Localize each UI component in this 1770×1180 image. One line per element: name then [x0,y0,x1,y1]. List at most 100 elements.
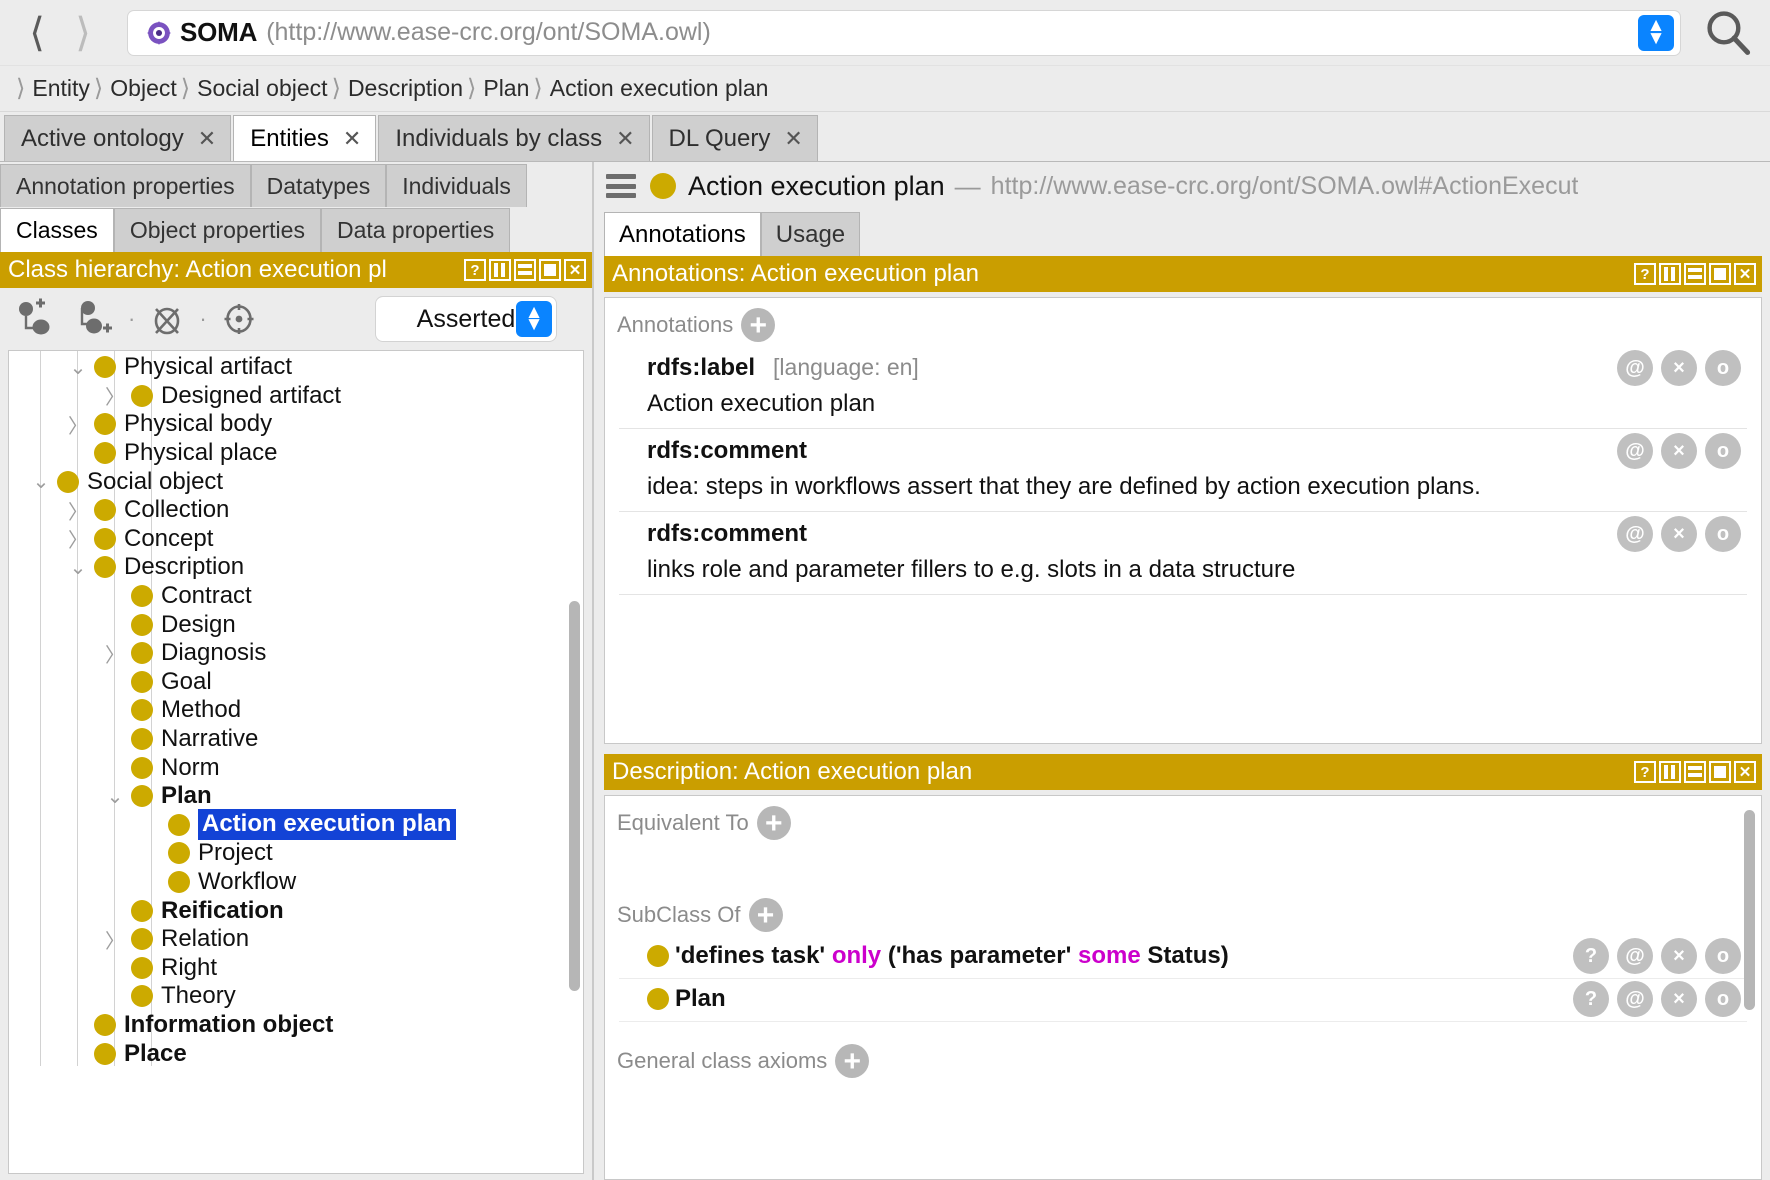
split-horizontal-icon[interactable] [1684,761,1706,783]
maximize-icon[interactable] [1709,263,1731,285]
delete-class-icon[interactable] [145,297,189,341]
split-vertical-icon[interactable] [489,259,511,281]
tab-entities[interactable]: Entities ✕ [233,115,376,161]
close-icon[interactable]: ✕ [1734,263,1756,285]
back-icon[interactable]: ⟨ [14,10,60,56]
chevron-down-icon[interactable]: ⌄ [105,784,125,809]
edit-icon[interactable]: o [1705,516,1741,552]
explain-icon[interactable]: ? [1573,981,1609,1017]
delete-icon[interactable]: × [1661,433,1697,469]
edit-icon[interactable]: o [1705,981,1741,1017]
chevron-right-icon[interactable]: 〉 [105,925,125,954]
close-icon[interactable]: ✕ [784,126,802,152]
tab-data-properties[interactable]: Data properties [321,208,510,252]
close-icon[interactable]: ✕ [198,126,216,152]
annotation-row[interactable]: rdfs:label[language: en]Action execution… [619,346,1747,429]
edit-icon[interactable]: o [1705,350,1741,386]
chevron-right-icon[interactable]: 〉 [68,410,88,439]
target-class-icon[interactable] [217,297,261,341]
annotate-icon[interactable]: @ [1617,433,1653,469]
tree-item-goal[interactable]: Goal [9,668,583,697]
forward-icon[interactable]: ⟩ [60,10,106,56]
breadcrumb-item-description[interactable]: Description [348,75,463,102]
delete-icon[interactable]: × [1661,938,1697,974]
menu-icon[interactable] [606,174,636,198]
tree-item-relation[interactable]: 〉Relation [9,925,583,954]
plus-icon[interactable]: + [749,898,783,932]
breadcrumb-item-action-execution-plan[interactable]: Action execution plan [550,75,769,102]
class-hierarchy-tree[interactable]: ⌄Physical artifact〉Designed artifact〉Phy… [8,350,584,1174]
chevron-right-icon[interactable]: 〉 [68,496,88,525]
tree-item-norm[interactable]: Norm [9,753,583,782]
tab-object-properties[interactable]: Object properties [114,208,321,252]
tree-item-workflow[interactable]: Workflow [9,868,583,897]
annotate-icon[interactable]: @ [1617,350,1653,386]
chevron-right-icon[interactable]: 〉 [68,524,88,553]
tab-usage[interactable]: Usage [761,212,860,256]
annotation-row[interactable]: rdfs:commentlinks role and parameter fil… [619,512,1747,595]
tab-individuals[interactable]: Individuals [386,164,527,207]
breadcrumb-item-plan[interactable]: Plan [483,75,529,102]
search-icon[interactable] [1702,6,1756,60]
chevron-right-icon[interactable]: 〉 [105,639,125,668]
plus-icon[interactable]: + [757,806,791,840]
delete-icon[interactable]: × [1661,516,1697,552]
tree-item-concept[interactable]: 〉Concept [9,525,583,554]
tree-item-description[interactable]: ⌄Description [9,553,583,582]
plus-icon[interactable]: + [835,1044,869,1078]
delete-icon[interactable]: × [1661,350,1697,386]
tree-item-designed-artifact[interactable]: 〉Designed artifact [9,382,583,411]
close-icon[interactable]: ✕ [564,259,586,281]
tree-item-design[interactable]: Design [9,610,583,639]
tab-annotation-properties[interactable]: Annotation properties [0,164,251,207]
explain-icon[interactable]: ? [1573,938,1609,974]
tree-item-reification[interactable]: Reification [9,896,583,925]
subclass-axiom-row[interactable]: 'defines task' only ('has parameter' som… [619,936,1747,979]
tree-item-physical-artifact[interactable]: ⌄Physical artifact [9,353,583,382]
split-horizontal-icon[interactable] [1684,263,1706,285]
tree-item-contract[interactable]: Contract [9,582,583,611]
close-icon[interactable]: ✕ [1734,761,1756,783]
tree-item-social-object[interactable]: ⌄Social object [9,467,583,496]
annotate-icon[interactable]: @ [1617,516,1653,552]
tree-item-project[interactable]: Project [9,839,583,868]
split-horizontal-icon[interactable] [514,259,536,281]
tab-individuals-by-class[interactable]: Individuals by class ✕ [378,115,649,161]
annotate-icon[interactable]: @ [1617,981,1653,1017]
annotate-icon[interactable]: @ [1617,938,1653,974]
chevron-right-icon[interactable]: 〉 [105,381,125,410]
breadcrumb-item-object[interactable]: Object [110,75,176,102]
breadcrumb-item-entity[interactable]: Entity [32,75,90,102]
chevron-down-icon[interactable]: ⌄ [31,469,51,494]
breadcrumb-item-social-object[interactable]: Social object [197,75,327,102]
split-vertical-icon[interactable] [1659,761,1681,783]
close-icon[interactable]: ✕ [343,126,361,152]
ontology-url-bar[interactable]: SOMA (http://www.ease-crc.org/ont/SOMA.o… [128,11,1680,55]
subclass-axiom-row[interactable]: Plan?@×o [619,979,1747,1022]
tree-item-theory[interactable]: Theory [9,982,583,1011]
reasoner-mode-selector[interactable]: Asserted ▲▼ [376,297,556,341]
edit-icon[interactable]: o [1705,433,1741,469]
tree-item-right[interactable]: Right [9,953,583,982]
help-icon[interactable]: ? [1634,761,1656,783]
add-subclass-icon[interactable] [14,297,58,341]
tab-classes[interactable]: Classes [0,208,114,252]
tree-item-plan[interactable]: ⌄Plan [9,782,583,811]
chevron-down-icon[interactable]: ⌄ [68,355,88,380]
delete-icon[interactable]: × [1661,981,1697,1017]
tree-item-place[interactable]: Place [9,1039,583,1068]
stepper-updown-icon[interactable]: ▲▼ [516,301,552,337]
maximize-icon[interactable] [539,259,561,281]
tab-dl-query[interactable]: DL Query ✕ [652,115,818,161]
help-icon[interactable]: ? [464,259,486,281]
tree-item-collection[interactable]: 〉Collection [9,496,583,525]
tree-item-method[interactable]: Method [9,696,583,725]
maximize-icon[interactable] [1709,761,1731,783]
edit-icon[interactable]: o [1705,938,1741,974]
tree-item-physical-body[interactable]: 〉Physical body [9,410,583,439]
tree-item-action-execution-plan[interactable]: Action execution plan [9,811,583,840]
tree-item-information-object[interactable]: Information object [9,1011,583,1040]
help-icon[interactable]: ? [1634,263,1656,285]
tree-item-diagnosis[interactable]: 〉Diagnosis [9,639,583,668]
tree-item-physical-place[interactable]: Physical place [9,439,583,468]
